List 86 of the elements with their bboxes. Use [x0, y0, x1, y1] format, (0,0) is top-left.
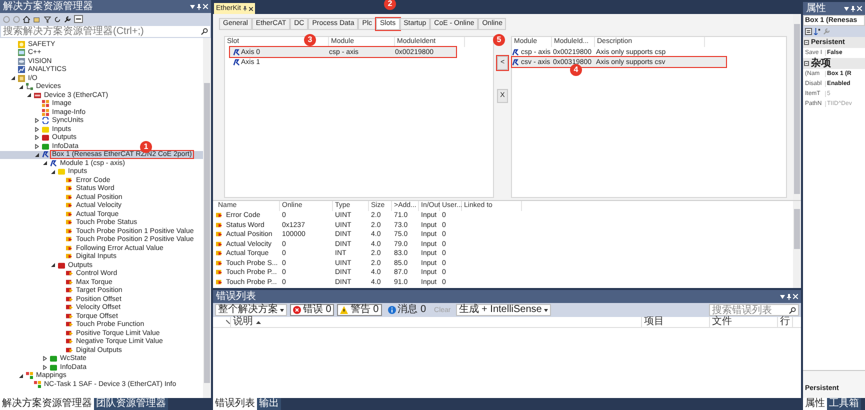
panel-tab[interactable]: 输出 [257, 398, 281, 410]
chart-tile-icon [18, 66, 25, 74]
search-icon[interactable] [201, 28, 208, 35]
column-header[interactable]: 说明 [233, 317, 253, 327]
pin-icon[interactable] [242, 6, 247, 11]
input-variable-icon [216, 260, 223, 267]
expand-arrow-icon[interactable] [35, 135, 39, 140]
scrollbar[interactable] [793, 201, 801, 288]
dropdown-icon[interactable] [280, 308, 284, 312]
home-icon[interactable] [23, 16, 30, 22]
filter-toggle[interactable]: 消息 0 [384, 304, 430, 316]
io-tile-icon [18, 74, 25, 82]
scope-dropdown[interactable]: 整个解决方案 [215, 304, 287, 316]
input-folder-icon [58, 168, 65, 176]
input-variable-icon [216, 278, 223, 286]
wrench-icon[interactable] [64, 16, 71, 22]
collapse-arrow-icon[interactable] [19, 374, 23, 378]
input-variable-icon [216, 222, 223, 229]
info-icon [388, 306, 396, 314]
column-header[interactable]: 行 [777, 317, 793, 327]
collapse-arrow-icon[interactable] [27, 93, 31, 98]
input-folder-icon [42, 126, 49, 133]
filter-toggle[interactable]: 错误 0 [290, 304, 334, 316]
panel-title: 错误列表 [216, 290, 256, 303]
dropdown-icon[interactable] [544, 308, 548, 312]
expand-arrow-icon[interactable] [35, 126, 39, 132]
categorized-icon[interactable] [805, 28, 812, 35]
expand-arrow-icon[interactable] [43, 356, 47, 362]
pin-icon[interactable] [787, 294, 791, 300]
callout-badge: 1 [140, 140, 152, 152]
input-variable-icon [216, 240, 223, 248]
collapse-arrow-icon[interactable] [43, 161, 47, 166]
panel-tab[interactable]: 工具箱 [827, 398, 861, 410]
refresh-icon[interactable] [54, 16, 61, 22]
info-folder-icon [42, 142, 49, 150]
expand-arrow-icon[interactable] [35, 118, 39, 124]
pin-icon[interactable] [851, 6, 855, 12]
collapse-arrow-icon[interactable] [19, 84, 23, 89]
input-variable-icon [216, 269, 223, 276]
column-header[interactable]: 文件 [709, 317, 777, 327]
collapse-arrow-icon[interactable] [35, 152, 39, 157]
callout-badge: 5 [493, 34, 505, 46]
panel-tab[interactable]: 错误列表 [213, 398, 257, 410]
dropdown-icon[interactable] [844, 6, 849, 10]
sort-arrow-icon[interactable] [256, 320, 261, 324]
panel-title: 属性 [806, 2, 826, 15]
expand-arrow-icon[interactable] [35, 144, 39, 149]
files-icon[interactable] [33, 16, 41, 22]
collapse-arrow-icon[interactable] [11, 76, 15, 80]
output-folder-icon [58, 262, 65, 269]
search-field[interactable]: 搜索错误列表 [709, 304, 799, 316]
dropdown-icon[interactable] [190, 4, 195, 8]
input-variable-icon [216, 231, 223, 238]
panel-title: 解决方案资源管理器 [3, 0, 93, 13]
pin-icon[interactable] [197, 4, 201, 10]
output-folder-icon [42, 134, 49, 142]
collapse-icon[interactable] [804, 40, 809, 45]
circle-tile-icon [18, 40, 25, 48]
collapse-arrow-icon[interactable] [51, 170, 55, 174]
input-variable-icon [216, 212, 223, 220]
error-icon [293, 306, 301, 314]
collapse-icon[interactable] [804, 61, 809, 66]
filter-toggle[interactable]: 警告 0 [337, 304, 382, 316]
expand-arrow-icon[interactable] [43, 364, 47, 370]
callout-badge: 3 [304, 34, 316, 46]
category-label: 杂项 [811, 58, 831, 68]
panel-tab[interactable]: 解决方案资源管理器 [0, 398, 94, 410]
eye-tile-icon [18, 58, 25, 65]
card-icon [34, 92, 41, 99]
column-header[interactable]: 项目 [641, 317, 709, 327]
warning-icon [340, 306, 348, 314]
collapse-arrow-icon[interactable] [51, 263, 55, 268]
scrollbar[interactable] [203, 38, 211, 398]
sort-icon[interactable] [814, 28, 821, 35]
source-dropdown[interactable]: 生成 + IntelliSense [456, 304, 551, 316]
input-variable-icon [216, 250, 223, 258]
callout-badge: 2 [384, 0, 396, 10]
network-icon [26, 83, 33, 90]
code-tile-icon [18, 49, 25, 56]
panel-tab[interactable]: 属性 [803, 398, 827, 410]
callout-badge: 4 [570, 64, 582, 76]
dropdown-icon[interactable] [780, 294, 785, 298]
close-icon[interactable] [248, 6, 253, 10]
search-icon[interactable] [789, 306, 796, 314]
sync-icon [42, 117, 49, 124]
panel-tab[interactable]: 团队资源管理器 [94, 398, 168, 410]
